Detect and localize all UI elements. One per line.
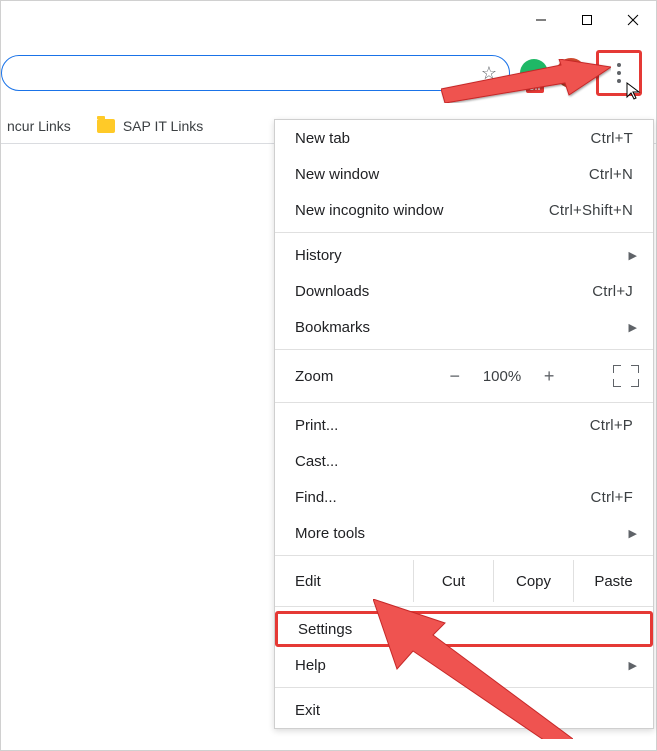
maximize-button[interactable] xyxy=(564,1,610,39)
menu-item-exit[interactable]: Exit xyxy=(275,692,653,728)
menu-separator xyxy=(275,606,653,607)
menu-item-settings[interactable]: Settings xyxy=(278,614,650,644)
submenu-arrow-icon: ▶ xyxy=(629,527,637,540)
menu-separator xyxy=(275,687,653,688)
fullscreen-button[interactable] xyxy=(613,365,639,387)
chrome-menu-button[interactable] xyxy=(596,50,642,96)
menu-item-new-window[interactable]: New window Ctrl+N xyxy=(275,156,653,192)
cursor-icon xyxy=(625,81,643,101)
folder-icon xyxy=(97,119,115,133)
menu-item-new-tab[interactable]: New tab Ctrl+T xyxy=(275,120,653,156)
zoom-in-button[interactable]: + xyxy=(539,366,559,387)
chrome-main-menu: New tab Ctrl+T New window Ctrl+N New inc… xyxy=(274,119,654,729)
kebab-icon xyxy=(617,63,621,83)
menu-item-bookmarks[interactable]: Bookmarks ▶ xyxy=(275,309,653,345)
bookmark-item[interactable]: ncur Links xyxy=(7,118,71,134)
zoom-value: 100% xyxy=(483,368,521,385)
submenu-arrow-icon: ▶ xyxy=(629,659,637,672)
bookmark-item[interactable]: SAP IT Links xyxy=(97,118,203,134)
bookmark-label: SAP IT Links xyxy=(123,118,203,134)
extension-off-badge: off xyxy=(526,81,544,93)
menu-item-history[interactable]: History ▶ xyxy=(275,237,653,273)
edit-paste-button[interactable]: Paste xyxy=(573,560,653,602)
menu-item-find[interactable]: Find... Ctrl+F xyxy=(275,479,653,515)
bookmark-star-icon[interactable]: ☆ xyxy=(481,63,497,84)
submenu-arrow-icon: ▶ xyxy=(629,321,637,334)
close-button[interactable] xyxy=(610,1,656,39)
menu-separator xyxy=(275,555,653,556)
submenu-arrow-icon: ▶ xyxy=(629,249,637,262)
menu-item-downloads[interactable]: Downloads Ctrl+J xyxy=(275,273,653,309)
menu-item-help[interactable]: Help ▶ xyxy=(275,647,653,683)
menu-separator xyxy=(275,402,653,403)
menu-item-zoom: Zoom − 100% + xyxy=(275,354,653,398)
menu-separator xyxy=(275,349,653,350)
settings-highlight: Settings xyxy=(275,611,653,647)
menu-item-print[interactable]: Print... Ctrl+P xyxy=(275,407,653,443)
menu-item-cast[interactable]: Cast... xyxy=(275,443,653,479)
minimize-button[interactable] xyxy=(518,1,564,39)
menu-item-more-tools[interactable]: More tools ▶ xyxy=(275,515,653,551)
address-bar[interactable]: ☆ xyxy=(1,55,510,91)
edit-cut-button[interactable]: Cut xyxy=(413,560,493,602)
profile-avatar[interactable] xyxy=(556,58,586,88)
extension-icon[interactable]: off xyxy=(520,59,548,87)
zoom-out-button[interactable]: − xyxy=(445,366,465,387)
bookmark-label: ncur Links xyxy=(7,118,71,134)
menu-item-incognito[interactable]: New incognito window Ctrl+Shift+N xyxy=(275,192,653,228)
edit-copy-button[interactable]: Copy xyxy=(493,560,573,602)
menu-separator xyxy=(275,232,653,233)
menu-item-edit: Edit Cut Copy Paste xyxy=(275,560,653,602)
